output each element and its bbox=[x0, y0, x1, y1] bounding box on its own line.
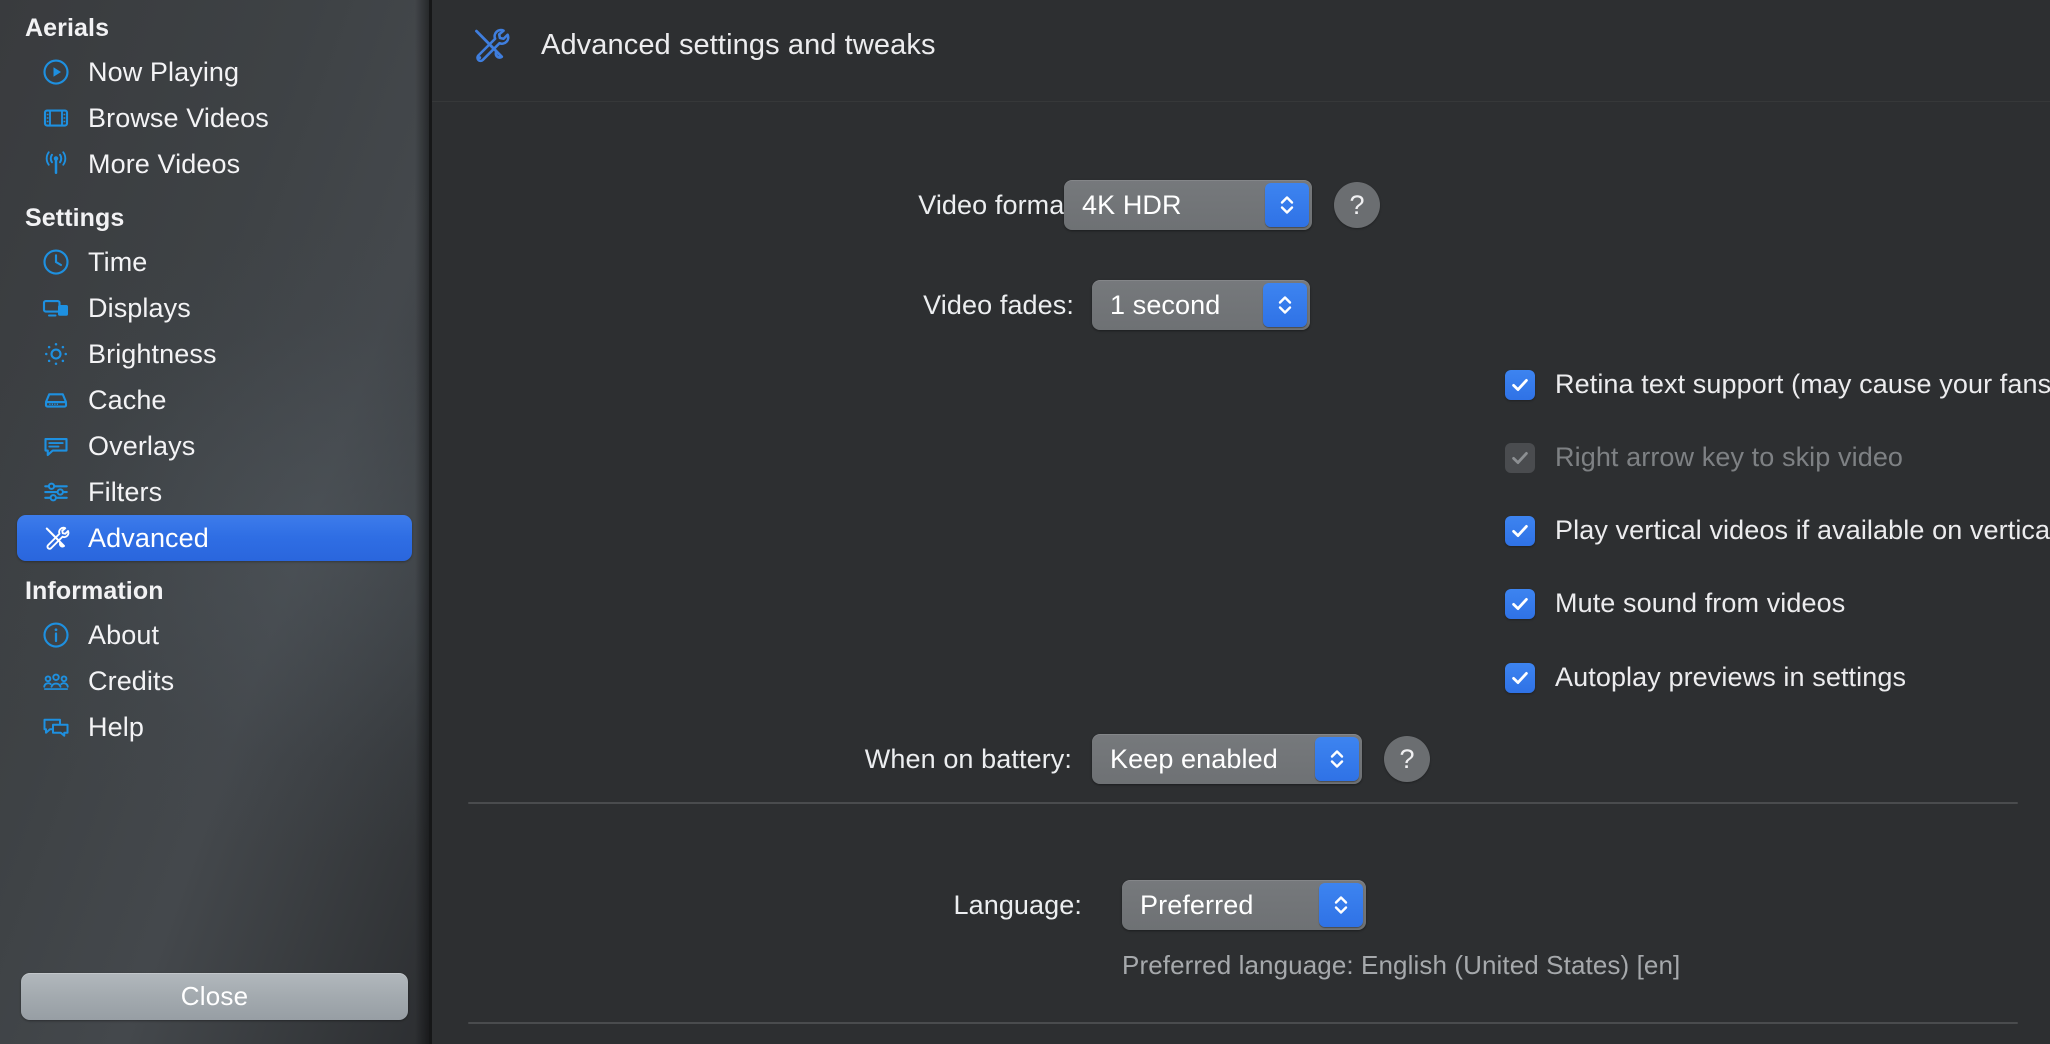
play-circle-icon bbox=[39, 57, 72, 87]
video-fades-label: Video fades: bbox=[923, 289, 1074, 320]
sidebar: Aerials Now Playing Browse Videos More V… bbox=[0, 0, 432, 1044]
language-label: Language: bbox=[953, 889, 1082, 920]
sidebar-item-cache[interactable]: Cache bbox=[17, 377, 412, 423]
section-divider-upper bbox=[468, 802, 2018, 804]
sidebar-item-displays[interactable]: Displays bbox=[17, 285, 412, 331]
checkbox-checked-icon[interactable] bbox=[1505, 662, 1535, 693]
clock-icon bbox=[39, 247, 72, 277]
chat-bubbles-icon bbox=[39, 712, 72, 742]
chevron-up-down-icon bbox=[1319, 883, 1363, 927]
header-separator bbox=[432, 101, 2050, 102]
page-title: Advanced settings and tweaks bbox=[541, 28, 936, 61]
video-format-help-button[interactable]: ? bbox=[1334, 182, 1380, 228]
broadcast-antenna-icon bbox=[39, 149, 72, 179]
sidebar-item-label: Now Playing bbox=[88, 56, 240, 87]
chevron-up-down-icon bbox=[1315, 737, 1359, 781]
when-on-battery-help-button[interactable]: ? bbox=[1384, 736, 1430, 782]
sliders-icon bbox=[39, 477, 72, 507]
sidebar-group-title-information: Information bbox=[25, 577, 164, 605]
checkbox-checked-icon[interactable] bbox=[1505, 515, 1535, 546]
video-format-select[interactable]: 4K HDR bbox=[1064, 180, 1312, 230]
sidebar-item-label: Cache bbox=[88, 384, 167, 415]
sidebar-item-time[interactable]: Time bbox=[17, 239, 412, 285]
close-button-container: Close bbox=[0, 973, 429, 1020]
sidebar-item-filters[interactable]: Filters bbox=[17, 469, 412, 515]
sidebar-item-label: Overlays bbox=[88, 430, 196, 461]
sidebar-item-now-playing[interactable]: Now Playing bbox=[17, 49, 412, 95]
when-on-battery-label: When on battery: bbox=[864, 743, 1072, 774]
chevron-up-down-icon bbox=[1265, 183, 1309, 227]
sidebar-item-brightness[interactable]: Brightness bbox=[17, 331, 412, 377]
when-on-battery-value: Keep enabled bbox=[1110, 743, 1278, 774]
hard-drive-icon bbox=[39, 385, 72, 415]
checkbox-checked-disabled-icon bbox=[1505, 442, 1535, 473]
chevron-up-down-icon bbox=[1263, 283, 1307, 327]
sidebar-item-advanced[interactable]: Advanced bbox=[17, 515, 412, 561]
sidebar-item-label: Credits bbox=[88, 665, 175, 696]
video-format-row: Video format 4K HDR ? bbox=[432, 180, 2050, 230]
main-panel: Advanced settings and tweaks Video forma… bbox=[432, 0, 2050, 1044]
sidebar-item-label: Browse Videos bbox=[88, 102, 269, 133]
checkbox-row-right-arrow-skip-video: Right arrow key to skip video bbox=[1505, 442, 1903, 473]
video-format-label: Video format bbox=[918, 189, 1072, 220]
sidebar-item-label: More Videos bbox=[88, 148, 241, 179]
language-row: Language: Preferred bbox=[432, 880, 2050, 930]
sidebar-group-title-aerials: Aerials bbox=[25, 14, 110, 42]
sidebar-item-label: Filters bbox=[88, 476, 163, 507]
video-fades-select[interactable]: 1 second bbox=[1092, 280, 1310, 330]
speech-bubble-icon bbox=[39, 431, 72, 461]
sidebar-item-about[interactable]: About bbox=[17, 612, 412, 658]
checkbox-label: Right arrow key to skip video bbox=[1555, 442, 1904, 472]
close-button[interactable]: Close bbox=[21, 973, 408, 1020]
checkbox-checked-icon[interactable] bbox=[1505, 369, 1535, 400]
sidebar-item-label: Time bbox=[88, 246, 148, 277]
sidebar-item-label: Displays bbox=[88, 292, 191, 323]
checkbox-label: Play vertical videos if available on ver… bbox=[1555, 515, 2050, 545]
sidebar-item-overlays[interactable]: Overlays bbox=[17, 423, 412, 469]
sidebar-item-label: Brightness bbox=[88, 338, 217, 369]
language-value: Preferred bbox=[1140, 889, 1254, 920]
sidebar-item-label: Advanced bbox=[88, 522, 209, 553]
video-fades-row: Video fades: 1 second bbox=[432, 280, 2050, 330]
sidebar-item-credits[interactable]: Credits bbox=[17, 658, 412, 704]
when-on-battery-row: When on battery: Keep enabled ? bbox=[432, 734, 2050, 784]
sidebar-item-help[interactable]: Help bbox=[17, 704, 412, 750]
preferred-language-note: Preferred language: English (United Stat… bbox=[1122, 950, 1681, 980]
checkbox-label: Retina text support (may cause your fans… bbox=[1555, 369, 2050, 399]
checkbox-row-mute-sound[interactable]: Mute sound from videos bbox=[1505, 588, 1845, 619]
sidebar-item-more-videos[interactable]: More Videos bbox=[17, 141, 412, 187]
displays-icon bbox=[39, 293, 72, 323]
tools-icon bbox=[467, 22, 513, 68]
checkbox-checked-icon[interactable] bbox=[1505, 588, 1535, 619]
settings-window: Aerials Now Playing Browse Videos More V… bbox=[0, 0, 2050, 1044]
checkbox-row-play-vertical-videos[interactable]: Play vertical videos if available on ver… bbox=[1505, 515, 2050, 546]
film-strip-icon bbox=[39, 103, 72, 133]
section-divider-lower bbox=[468, 1022, 2018, 1024]
info-circle-icon bbox=[39, 620, 72, 650]
sidebar-item-label: Help bbox=[88, 711, 144, 742]
checkbox-label: Mute sound from videos bbox=[1555, 588, 1846, 618]
language-select[interactable]: Preferred bbox=[1122, 880, 1366, 930]
sidebar-item-label: About bbox=[88, 619, 160, 650]
checkbox-row-retina-text-support[interactable]: Retina text support (may cause your fans… bbox=[1505, 369, 2050, 400]
when-on-battery-select[interactable]: Keep enabled bbox=[1092, 734, 1362, 784]
tools-icon bbox=[39, 523, 72, 553]
sun-brightness-icon bbox=[39, 339, 72, 369]
checkbox-label: Autoplay previews in settings bbox=[1555, 662, 1907, 692]
sidebar-item-browse-videos[interactable]: Browse Videos bbox=[17, 95, 412, 141]
panel-header: Advanced settings and tweaks bbox=[432, 0, 2050, 90]
sidebar-group-title-settings: Settings bbox=[25, 204, 125, 232]
people-group-icon bbox=[39, 666, 72, 696]
video-format-value: 4K HDR bbox=[1082, 189, 1182, 220]
checkbox-row-autoplay-previews[interactable]: Autoplay previews in settings bbox=[1505, 662, 1906, 693]
video-fades-value: 1 second bbox=[1110, 289, 1221, 320]
